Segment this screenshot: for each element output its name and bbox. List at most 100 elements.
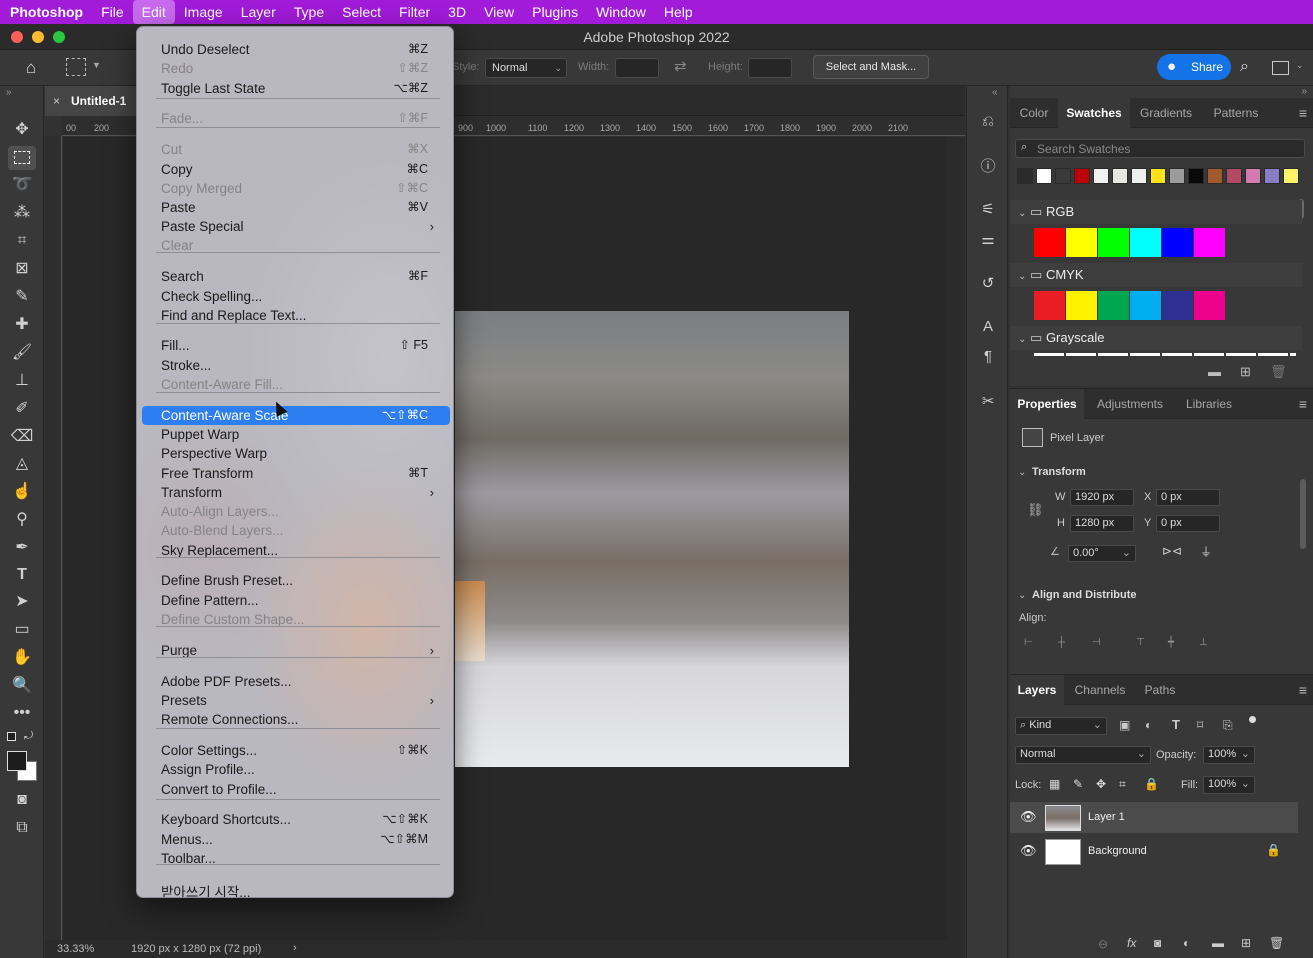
- quick-mask-icon[interactable]: ◙: [8, 788, 36, 812]
- menu-item-copy[interactable]: Copy ⌘C: [142, 160, 450, 179]
- home-icon[interactable]: ⌂: [20, 58, 42, 78]
- angle-input[interactable]: 0.00° ⌄: [1068, 545, 1136, 562]
- lock-transparent-icon[interactable]: ▦: [1049, 777, 1060, 791]
- color-swatch[interactable]: [1066, 291, 1097, 320]
- menu-item-content-aware-scale[interactable]: Content-Aware Scale ⌥⇧⌘C: [142, 406, 450, 425]
- swap-colors-icon[interactable]: ⤾: [24, 730, 33, 743]
- swatches-search-input[interactable]: ⌕ Search Swatches: [1015, 139, 1305, 158]
- color-swatch[interactable]: [1074, 168, 1090, 184]
- fill-input[interactable]: 100% ⌄: [1203, 776, 1255, 794]
- color-swatch[interactable]: [1055, 168, 1071, 184]
- menu-window[interactable]: Window: [587, 0, 655, 24]
- collapse-icon[interactable]: »: [6, 87, 12, 98]
- opacity-input[interactable]: 100% ⌄: [1203, 746, 1255, 764]
- tab-libraries[interactable]: Libraries: [1176, 389, 1242, 419]
- fx-icon[interactable]: fx: [1127, 936, 1136, 950]
- document-image[interactable]: [455, 311, 849, 767]
- lock-position-icon[interactable]: ✥: [1096, 777, 1106, 791]
- color-swatch[interactable]: [1207, 168, 1223, 184]
- tab-layers[interactable]: Layers: [1010, 675, 1064, 705]
- color-swatch[interactable]: [1283, 168, 1299, 184]
- workspace-icon[interactable]: [1272, 61, 1289, 75]
- path-selection-tool-icon[interactable]: ➤: [8, 590, 36, 614]
- menu-item-keyboard-shortcuts[interactable]: Keyboard Shortcuts... ⌥⇧⌘K: [142, 810, 450, 829]
- width-field[interactable]: [615, 58, 659, 78]
- trash-icon[interactable]: 🗑: [1269, 936, 1284, 950]
- select-and-mask-button[interactable]: Select and Mask...: [813, 55, 929, 79]
- crop-tool-icon[interactable]: ⌗: [8, 229, 36, 253]
- adjustment-layer-icon[interactable]: ◐: [1183, 936, 1190, 950]
- layer-name[interactable]: Background: [1088, 845, 1147, 857]
- menu-item-presets[interactable]: Presets ›: [142, 691, 450, 710]
- layer-row[interactable]: 👁 Background 🔒: [1010, 836, 1298, 867]
- menu-item-menus[interactable]: Menus... ⌥⇧⌘M: [142, 830, 450, 849]
- menu-help[interactable]: Help: [655, 0, 702, 24]
- color-swatch[interactable]: [1162, 228, 1193, 257]
- menu-item-perspective-warp[interactable]: Perspective Warp: [142, 444, 450, 463]
- filter-pixel-icon[interactable]: ▣: [1119, 718, 1130, 732]
- more-tools-icon[interactable]: •••: [8, 701, 36, 725]
- panel-menu-icon[interactable]: ≡: [1299, 396, 1307, 412]
- menu-item-transform[interactable]: Transform ›: [142, 483, 450, 502]
- height-input[interactable]: 1280 px: [1070, 515, 1134, 532]
- align-bottom-icon[interactable]: ⊥: [1199, 637, 1208, 648]
- color-swatch[interactable]: [1036, 168, 1052, 184]
- color-swatch[interactable]: [1245, 168, 1261, 184]
- color-swatch[interactable]: [1264, 168, 1280, 184]
- menu-item-define-pattern[interactable]: Define Pattern...: [142, 591, 450, 610]
- magic-wand-tool-icon[interactable]: ⁂: [8, 201, 36, 225]
- menu-item-color-settings[interactable]: Color Settings... ⇧⌘K: [142, 741, 450, 760]
- lock-all-icon[interactable]: 🔒: [1144, 777, 1159, 791]
- tab-properties[interactable]: Properties: [1010, 389, 1084, 419]
- frame-tool-icon[interactable]: ⊠: [8, 257, 36, 281]
- flip-horizontal-icon[interactable]: ⊳⊲: [1162, 544, 1182, 558]
- vertical-scrollbar[interactable]: [947, 137, 965, 940]
- color-swatch[interactable]: [1017, 168, 1033, 184]
- color-swatch[interactable]: [1188, 168, 1204, 184]
- brush-settings-icon[interactable]: ⚟: [976, 199, 1000, 221]
- color-swatch[interactable]: [1098, 228, 1129, 257]
- move-tool-icon[interactable]: ✥: [8, 118, 36, 142]
- panel-menu-icon[interactable]: ≡: [1299, 105, 1307, 121]
- foreground-color-swatch[interactable]: [7, 751, 27, 771]
- menu-view[interactable]: View: [475, 0, 523, 24]
- marquee-tool-icon[interactable]: [8, 146, 36, 170]
- filter-shape-icon[interactable]: ⌑: [1197, 718, 1203, 732]
- eyedropper-tool-icon[interactable]: ✎: [8, 285, 36, 309]
- chevron-down-icon[interactable]: ⌄: [1018, 590, 1026, 601]
- rectangle-tool-icon[interactable]: ▭: [8, 618, 36, 642]
- menu-item-paste[interactable]: Paste ⌘V: [142, 198, 450, 217]
- collapse-icon[interactable]: «: [992, 87, 998, 98]
- zoom-level[interactable]: 33.33%: [57, 943, 94, 955]
- paragraph-icon[interactable]: ¶: [976, 346, 1000, 368]
- chevron-right-icon[interactable]: ›: [293, 942, 297, 954]
- paint-bucket-tool-icon[interactable]: ◬: [8, 452, 36, 476]
- actions-icon[interactable]: ↺: [976, 273, 1000, 295]
- menu-item-paste-special[interactable]: Paste Special ›: [142, 217, 450, 236]
- menu-item-remote-connections[interactable]: Remote Connections...: [142, 710, 450, 729]
- clone-stamp-tool-icon[interactable]: ⊥: [8, 369, 36, 393]
- x-input[interactable]: 0 px: [1156, 489, 1220, 506]
- lock-paint-icon[interactable]: ✎: [1073, 777, 1083, 791]
- eye-icon[interactable]: 👁: [1020, 809, 1037, 825]
- info-icon[interactable]: ⓘ: [976, 156, 1000, 178]
- tab-color[interactable]: Color: [1010, 98, 1058, 128]
- document-tab[interactable]: × Untitled-1: [45, 86, 145, 116]
- hand-tool-icon[interactable]: ✋: [8, 646, 36, 670]
- menu-layer[interactable]: Layer: [232, 0, 285, 24]
- menu-image[interactable]: Image: [175, 0, 232, 24]
- filter-adjustment-icon[interactable]: ◐: [1145, 718, 1152, 732]
- new-swatch-icon[interactable]: ⊞: [1240, 364, 1251, 380]
- type-tool-icon[interactable]: T: [8, 563, 36, 587]
- brush-tool-icon[interactable]: 🖌: [8, 341, 36, 365]
- swatch-group-cmyk[interactable]: ⌄ ▭ CMYK: [1010, 263, 1302, 287]
- dodge-tool-icon[interactable]: ⚲: [8, 508, 36, 532]
- default-colors-icon[interactable]: [7, 732, 16, 741]
- tab-patterns[interactable]: Patterns: [1202, 98, 1270, 128]
- zoom-tool-icon[interactable]: 🔍: [8, 674, 36, 698]
- color-swatch[interactable]: [1194, 228, 1225, 257]
- smudge-tool-icon[interactable]: ☝: [8, 480, 36, 504]
- menu-item-check-spelling[interactable]: Check Spelling...: [142, 287, 450, 306]
- menu-item-stroke[interactable]: Stroke...: [142, 356, 450, 375]
- close-icon[interactable]: ×: [53, 86, 60, 116]
